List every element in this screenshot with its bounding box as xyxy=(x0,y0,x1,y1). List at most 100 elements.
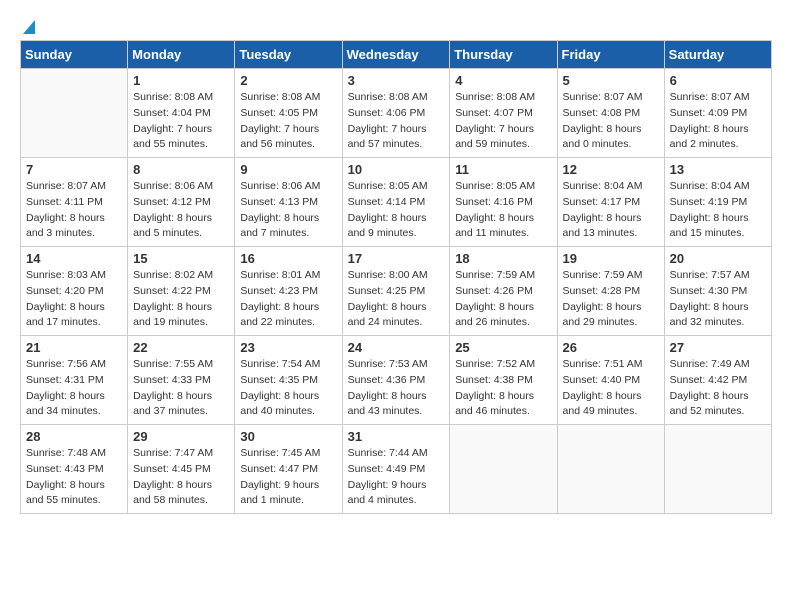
calendar-cell xyxy=(664,425,771,514)
day-number: 14 xyxy=(26,251,122,266)
weekday-header-monday: Monday xyxy=(128,41,235,69)
day-number: 26 xyxy=(563,340,659,355)
weekday-header-sunday: Sunday xyxy=(21,41,128,69)
calendar-cell: 20 Sunrise: 7:57 AM Sunset: 4:30 PM Dayli… xyxy=(664,247,771,336)
day-info: Sunrise: 7:53 AM Sunset: 4:36 PM Dayligh… xyxy=(348,357,445,420)
calendar-cell: 18 Sunrise: 7:59 AM Sunset: 4:26 PM Dayli… xyxy=(450,247,557,336)
day-number: 11 xyxy=(455,162,551,177)
day-number: 22 xyxy=(133,340,229,355)
calendar-cell: 23 Sunrise: 7:54 AM Sunset: 4:35 PM Dayli… xyxy=(235,336,342,425)
day-info: Sunrise: 7:48 AM Sunset: 4:43 PM Dayligh… xyxy=(26,446,122,509)
calendar-cell: 15Sunrise: 8:02 AM Sunset: 4:22 PM Dayli… xyxy=(128,247,235,336)
day-number: 17 xyxy=(348,251,445,266)
weekday-header-saturday: Saturday xyxy=(664,41,771,69)
day-info: Sunrise: 8:08 AM Sunset: 4:07 PM Dayligh… xyxy=(455,90,551,153)
weekday-header-wednesday: Wednesday xyxy=(342,41,450,69)
day-number: 18 xyxy=(455,251,551,266)
day-info: Sunrise: 8:07 AM Sunset: 4:08 PM Dayligh… xyxy=(563,90,659,153)
day-info: Sunrise: 8:03 AM Sunset: 4:20 PM Dayligh… xyxy=(26,268,122,331)
week-row-5: 28 Sunrise: 7:48 AM Sunset: 4:43 PM Dayli… xyxy=(21,425,772,514)
logo-text xyxy=(20,16,38,36)
day-info: Sunrise: 7:51 AM Sunset: 4:40 PM Dayligh… xyxy=(563,357,659,420)
day-info: Sunrise: 8:08 AM Sunset: 4:06 PM Dayligh… xyxy=(348,90,445,153)
calendar-cell: 29Sunrise: 7:47 AM Sunset: 4:45 PM Dayli… xyxy=(128,425,235,514)
week-row-4: 21Sunrise: 7:56 AM Sunset: 4:31 PM Dayli… xyxy=(21,336,772,425)
calendar-cell xyxy=(557,425,664,514)
calendar-table: SundayMondayTuesdayWednesdayThursdayFrid… xyxy=(20,40,772,514)
header xyxy=(20,16,772,32)
day-info: Sunrise: 7:54 AM Sunset: 4:35 PM Dayligh… xyxy=(240,357,336,420)
calendar-cell: 26 Sunrise: 7:51 AM Sunset: 4:40 PM Dayli… xyxy=(557,336,664,425)
day-number: 4 xyxy=(455,73,551,88)
day-number: 7 xyxy=(26,162,122,177)
day-info: Sunrise: 8:05 AM Sunset: 4:14 PM Dayligh… xyxy=(348,179,445,242)
day-info: Sunrise: 7:45 AM Sunset: 4:47 PM Dayligh… xyxy=(240,446,336,509)
day-info: Sunrise: 8:06 AM Sunset: 4:13 PM Dayligh… xyxy=(240,179,336,242)
day-number: 28 xyxy=(26,429,122,444)
day-number: 24 xyxy=(348,340,445,355)
calendar-cell: 7Sunrise: 8:07 AM Sunset: 4:11 PM Daylig… xyxy=(21,158,128,247)
calendar-cell: 1 Sunrise: 8:08 AM Sunset: 4:04 PM Daylig… xyxy=(128,69,235,158)
day-info: Sunrise: 8:08 AM Sunset: 4:04 PM Dayligh… xyxy=(133,90,229,153)
calendar-cell: 17Sunrise: 8:00 AM Sunset: 4:25 PM Dayli… xyxy=(342,247,450,336)
day-number: 27 xyxy=(670,340,766,355)
calendar-cell xyxy=(21,69,128,158)
calendar-cell: 10 Sunrise: 8:05 AM Sunset: 4:14 PM Dayli… xyxy=(342,158,450,247)
day-number: 19 xyxy=(563,251,659,266)
day-number: 1 xyxy=(133,73,229,88)
calendar-cell: 12Sunrise: 8:04 AM Sunset: 4:17 PM Dayli… xyxy=(557,158,664,247)
day-number: 31 xyxy=(348,429,445,444)
calendar-cell: 25 Sunrise: 7:52 AM Sunset: 4:38 PM Dayli… xyxy=(450,336,557,425)
weekday-header-thursday: Thursday xyxy=(450,41,557,69)
week-row-2: 7Sunrise: 8:07 AM Sunset: 4:11 PM Daylig… xyxy=(21,158,772,247)
calendar-cell: 28 Sunrise: 7:48 AM Sunset: 4:43 PM Dayli… xyxy=(21,425,128,514)
calendar-cell: 22 Sunrise: 7:55 AM Sunset: 4:33 PM Dayli… xyxy=(128,336,235,425)
calendar-cell: 2 Sunrise: 8:08 AM Sunset: 4:05 PM Daylig… xyxy=(235,69,342,158)
day-number: 16 xyxy=(240,251,336,266)
day-number: 30 xyxy=(240,429,336,444)
day-number: 8 xyxy=(133,162,229,177)
day-info: Sunrise: 7:52 AM Sunset: 4:38 PM Dayligh… xyxy=(455,357,551,420)
day-number: 13 xyxy=(670,162,766,177)
week-row-3: 14 Sunrise: 8:03 AM Sunset: 4:20 PM Dayli… xyxy=(21,247,772,336)
day-info: Sunrise: 8:07 AM Sunset: 4:09 PM Dayligh… xyxy=(670,90,766,153)
day-number: 5 xyxy=(563,73,659,88)
day-info: Sunrise: 7:57 AM Sunset: 4:30 PM Dayligh… xyxy=(670,268,766,331)
day-info: Sunrise: 7:55 AM Sunset: 4:33 PM Dayligh… xyxy=(133,357,229,420)
calendar-cell xyxy=(450,425,557,514)
calendar-cell: 19 Sunrise: 7:59 AM Sunset: 4:28 PM Dayli… xyxy=(557,247,664,336)
day-number: 25 xyxy=(455,340,551,355)
day-info: Sunrise: 8:06 AM Sunset: 4:12 PM Dayligh… xyxy=(133,179,229,242)
calendar-cell: 21Sunrise: 7:56 AM Sunset: 4:31 PM Dayli… xyxy=(21,336,128,425)
calendar-cell: 4 Sunrise: 8:08 AM Sunset: 4:07 PM Daylig… xyxy=(450,69,557,158)
day-number: 20 xyxy=(670,251,766,266)
day-info: Sunrise: 8:08 AM Sunset: 4:05 PM Dayligh… xyxy=(240,90,336,153)
day-number: 12 xyxy=(563,162,659,177)
day-number: 3 xyxy=(348,73,445,88)
header-row: SundayMondayTuesdayWednesdayThursdayFrid… xyxy=(21,41,772,69)
calendar-cell: 11 Sunrise: 8:05 AM Sunset: 4:16 PM Dayli… xyxy=(450,158,557,247)
calendar-cell: 8 Sunrise: 8:06 AM Sunset: 4:12 PM Daylig… xyxy=(128,158,235,247)
day-number: 10 xyxy=(348,162,445,177)
calendar-cell: 16Sunrise: 8:01 AM Sunset: 4:23 PM Dayli… xyxy=(235,247,342,336)
day-number: 15 xyxy=(133,251,229,266)
day-number: 9 xyxy=(240,162,336,177)
calendar-cell: 27 Sunrise: 7:49 AM Sunset: 4:42 PM Dayli… xyxy=(664,336,771,425)
weekday-header-friday: Friday xyxy=(557,41,664,69)
day-info: Sunrise: 7:59 AM Sunset: 4:26 PM Dayligh… xyxy=(455,268,551,331)
day-info: Sunrise: 8:04 AM Sunset: 4:19 PM Dayligh… xyxy=(670,179,766,242)
day-info: Sunrise: 8:05 AM Sunset: 4:16 PM Dayligh… xyxy=(455,179,551,242)
day-number: 23 xyxy=(240,340,336,355)
day-info: Sunrise: 7:44 AM Sunset: 4:49 PM Dayligh… xyxy=(348,446,445,509)
calendar-cell: 5 Sunrise: 8:07 AM Sunset: 4:08 PM Daylig… xyxy=(557,69,664,158)
calendar-cell: 6Sunrise: 8:07 AM Sunset: 4:09 PM Daylig… xyxy=(664,69,771,158)
calendar-cell: 31 Sunrise: 7:44 AM Sunset: 4:49 PM Dayli… xyxy=(342,425,450,514)
weekday-header-tuesday: Tuesday xyxy=(235,41,342,69)
day-info: Sunrise: 7:59 AM Sunset: 4:28 PM Dayligh… xyxy=(563,268,659,331)
day-number: 21 xyxy=(26,340,122,355)
logo xyxy=(20,16,38,32)
calendar-cell: 3 Sunrise: 8:08 AM Sunset: 4:06 PM Daylig… xyxy=(342,69,450,158)
day-info: Sunrise: 7:49 AM Sunset: 4:42 PM Dayligh… xyxy=(670,357,766,420)
day-number: 29 xyxy=(133,429,229,444)
day-number: 2 xyxy=(240,73,336,88)
